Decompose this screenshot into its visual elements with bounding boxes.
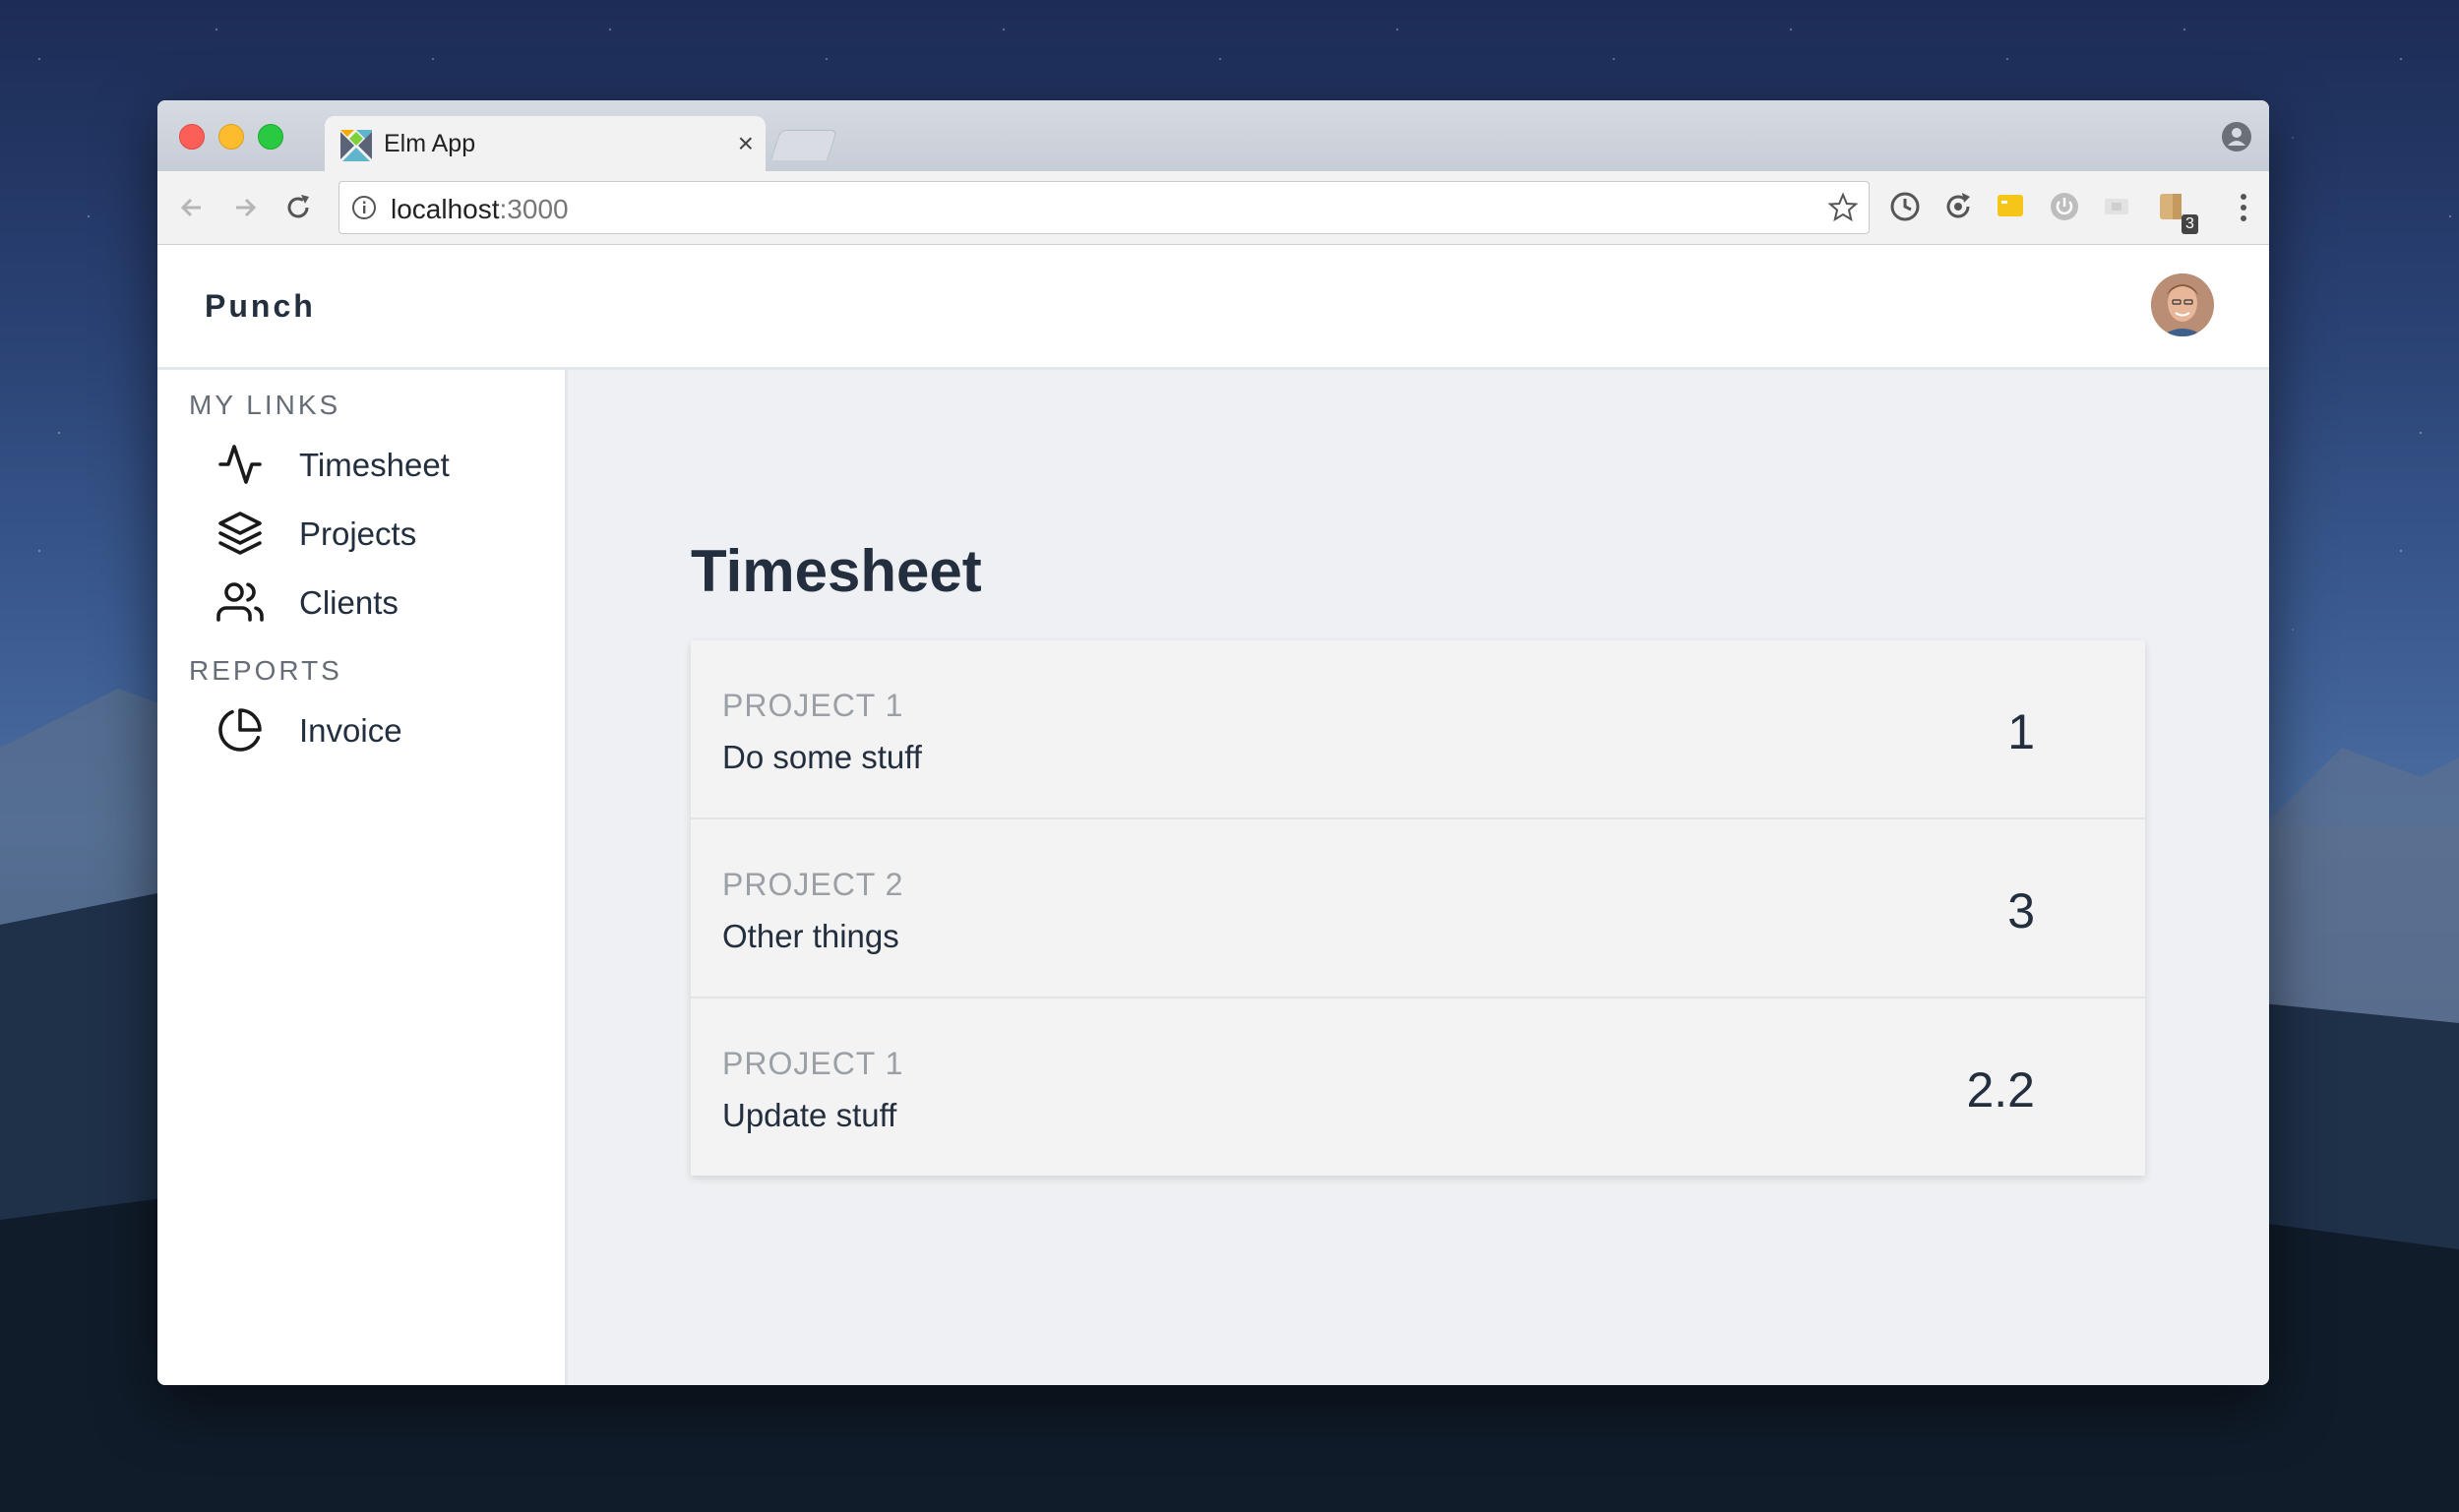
activity-icon bbox=[218, 445, 262, 484]
entry-project: PROJECT 2 bbox=[722, 867, 904, 902]
info-icon[interactable] bbox=[351, 195, 377, 220]
users-icon bbox=[216, 582, 264, 622]
entry-hours: 2.2 bbox=[1966, 1062, 2035, 1118]
browser-toolbar: localhost:3000 3 bbox=[157, 171, 2269, 245]
timesheet-list: PROJECT 1 Do some stuff 1 PROJECT 2 Othe… bbox=[691, 640, 2145, 1176]
pie-chart-icon bbox=[218, 708, 262, 752]
wallet-extension-icon[interactable] bbox=[2153, 189, 2188, 224]
sidebar-item-label: Clients bbox=[299, 584, 399, 621]
timesheet-entry[interactable]: PROJECT 1 Do some stuff 1 bbox=[691, 640, 2145, 819]
forward-arrow-icon[interactable] bbox=[228, 191, 262, 224]
app-header: Punch bbox=[157, 245, 2269, 370]
sidebar-item-clients[interactable]: Clients bbox=[157, 563, 565, 641]
sidebar-item-label: Timesheet bbox=[299, 447, 450, 483]
sidebar-item-label: Invoice bbox=[299, 712, 402, 749]
maximize-window-button[interactable] bbox=[258, 124, 283, 150]
url-text: localhost:3000 bbox=[391, 194, 569, 224]
app-page: Punch MY LINKS Timesheet Projects Client… bbox=[157, 245, 2269, 1385]
avatar[interactable] bbox=[2151, 273, 2214, 336]
timesheet-entry[interactable]: PROJECT 2 Other things 3 bbox=[691, 819, 2145, 998]
tab-close-icon[interactable]: × bbox=[738, 128, 754, 159]
sync-extension-icon[interactable] bbox=[1940, 189, 1976, 224]
power-extension-icon[interactable] bbox=[2047, 189, 2082, 224]
entry-hours: 1 bbox=[2007, 704, 2035, 759]
user-photo bbox=[2151, 273, 2214, 336]
reload-icon[interactable] bbox=[281, 191, 315, 224]
tab-elm-app[interactable]: Elm App × bbox=[325, 116, 766, 171]
minimize-window-button[interactable] bbox=[218, 124, 244, 150]
back-arrow-icon[interactable] bbox=[175, 191, 209, 224]
sidebar-section-my-links: MY LINKS bbox=[189, 390, 341, 420]
page-title: Timesheet bbox=[691, 538, 982, 604]
entry-description: Other things bbox=[722, 918, 899, 954]
history-clock-icon[interactable] bbox=[1887, 189, 1923, 224]
cast-extension-icon[interactable] bbox=[2100, 189, 2135, 224]
layers-icon bbox=[218, 512, 262, 555]
close-window-button[interactable] bbox=[179, 124, 205, 150]
sidebar-section-reports: REPORTS bbox=[189, 655, 342, 686]
sidebar-item-projects[interactable]: Projects bbox=[157, 494, 565, 573]
sidebar-item-timesheet[interactable]: Timesheet bbox=[157, 425, 565, 504]
sidebar-item-label: Projects bbox=[299, 515, 417, 552]
tab-title: Elm App bbox=[384, 130, 476, 157]
entry-project: PROJECT 1 bbox=[722, 688, 904, 723]
entry-project: PROJECT 1 bbox=[722, 1046, 904, 1081]
browser-window: Elm App × localhost:3000 3 Punch MY LINK… bbox=[157, 100, 2269, 1385]
brand-logo[interactable]: Punch bbox=[205, 288, 316, 325]
entry-hours: 3 bbox=[2007, 883, 2035, 938]
elm-logo-icon bbox=[340, 130, 372, 161]
sidebar: MY LINKS Timesheet Projects Clients REPO… bbox=[157, 370, 568, 1385]
bookmark-star-icon[interactable] bbox=[1827, 192, 1859, 223]
new-tab-button[interactable] bbox=[769, 130, 838, 160]
profile-icon[interactable] bbox=[2220, 120, 2253, 153]
address-bar[interactable]: localhost:3000 bbox=[338, 181, 1870, 234]
sidebar-item-invoice[interactable]: Invoice bbox=[157, 691, 565, 769]
notes-extension-icon[interactable] bbox=[1994, 189, 2029, 224]
main-content: Timesheet PROJECT 1 Do some stuff 1 PROJ… bbox=[568, 370, 2269, 1385]
entry-description: Do some stuff bbox=[722, 739, 922, 775]
tab-bar: Elm App × bbox=[157, 100, 2269, 171]
entry-description: Update stuff bbox=[722, 1097, 897, 1133]
timesheet-entry[interactable]: PROJECT 1 Update stuff 2.2 bbox=[691, 998, 2145, 1176]
more-menu-icon[interactable] bbox=[2238, 191, 2249, 224]
